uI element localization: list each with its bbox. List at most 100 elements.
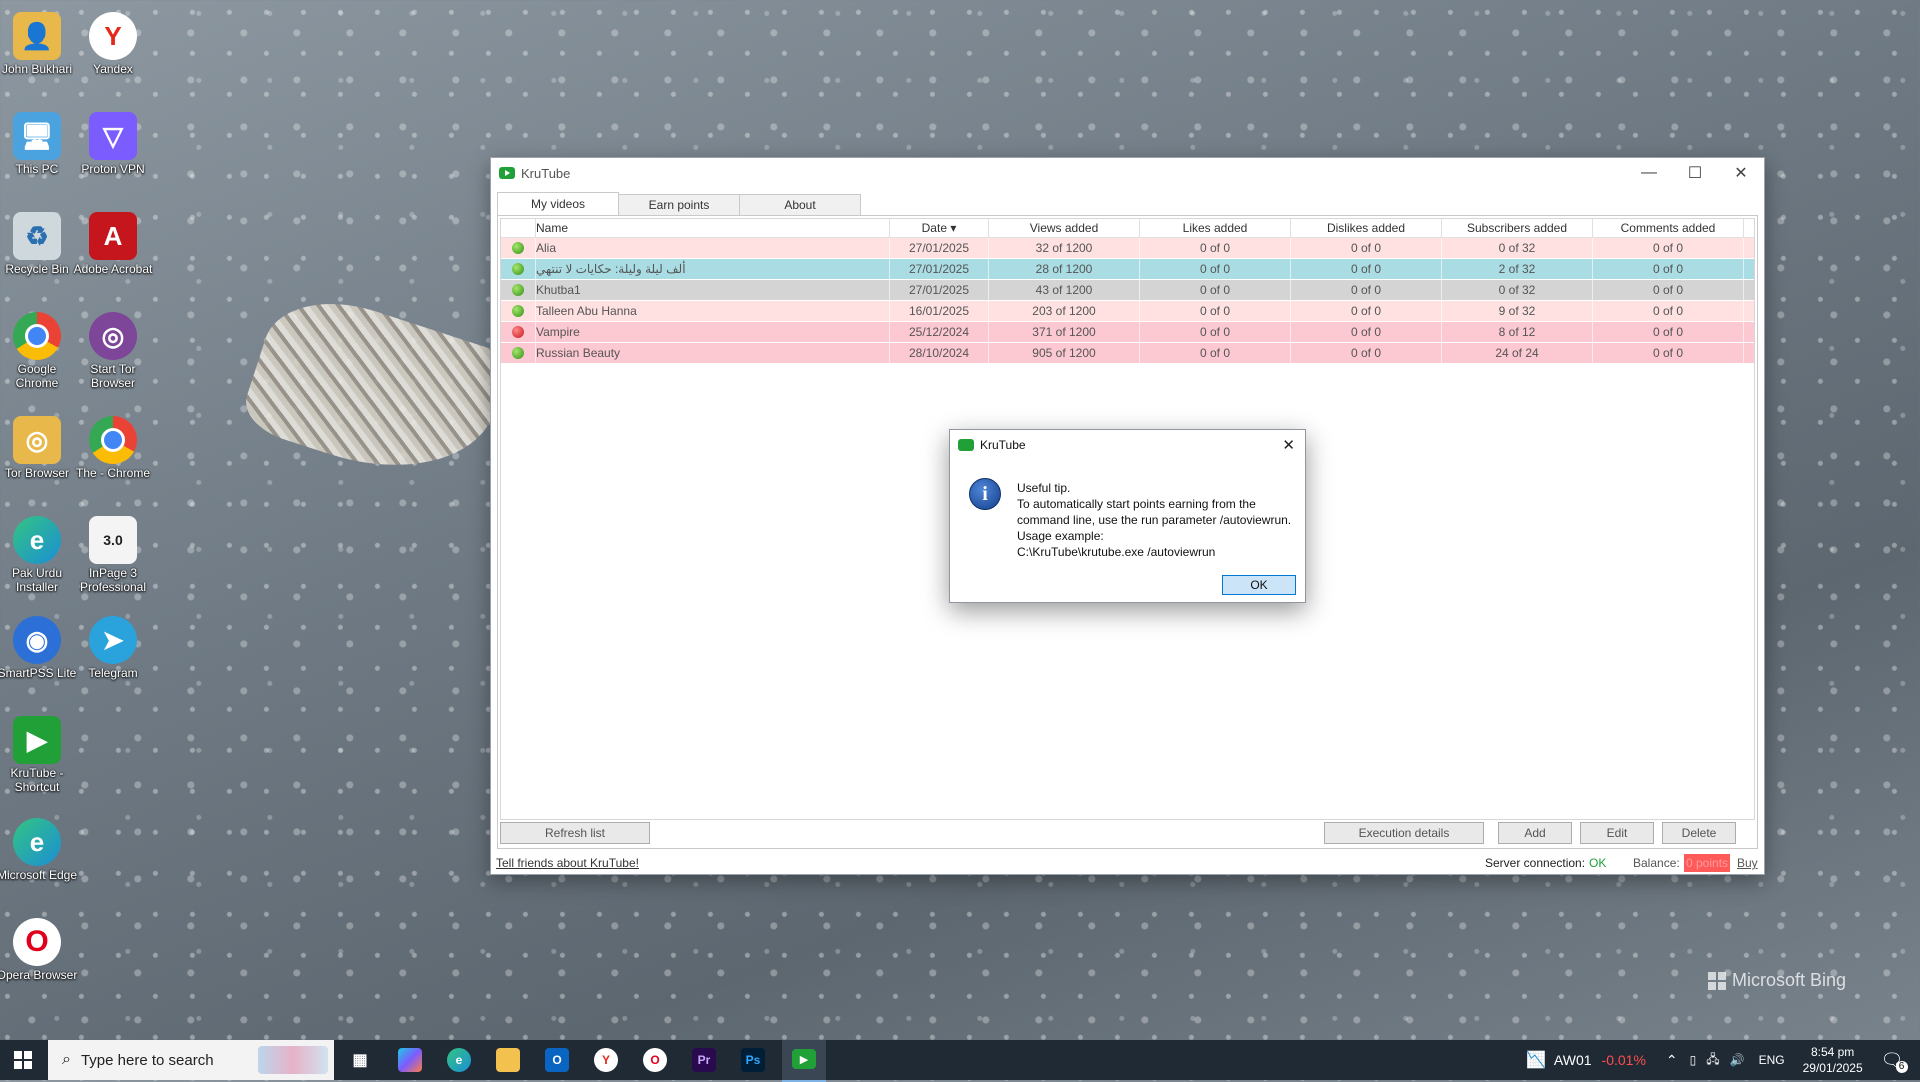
task-view-icon[interactable]: ▦ <box>348 1048 372 1072</box>
search-icon: ⌕ <box>62 1051 71 1068</box>
ticker-symbol[interactable]: AW01 <box>1554 1052 1592 1068</box>
header-comments[interactable]: Comments added <box>1593 219 1744 237</box>
krutube-icon <box>499 167 515 179</box>
buy-link[interactable]: Buy <box>1737 856 1758 870</box>
device-icon[interactable]: ▯ <box>1690 1053 1697 1067</box>
volume-icon[interactable]: 🔊 <box>1730 1053 1745 1067</box>
delete-button[interactable]: Delete <box>1662 822 1736 844</box>
execution-details-button[interactable]: Execution details <box>1324 822 1484 844</box>
views-added: 28 of 1200 <box>989 259 1140 279</box>
desktop-icon-krutube[interactable]: ▶ KruTube - Shortcut <box>0 712 78 794</box>
desktop-icon-telegram[interactable]: ➤ Telegram <box>72 612 154 680</box>
table-row[interactable]: ألف ليلة وليلة: حكايات لا تنتهي 27/01/202… <box>501 259 1754 280</box>
table-row[interactable]: Alia 27/01/2025 32 of 1200 0 of 00 of 00 of… <box>501 238 1754 259</box>
tip-line-1: Useful tip. <box>1017 481 1071 495</box>
file-explorer-icon[interactable] <box>496 1048 520 1072</box>
add-button[interactable]: Add <box>1498 822 1572 844</box>
chevron-up-icon[interactable]: ⌃ <box>1666 1052 1678 1069</box>
views-added: 905 of 1200 <box>989 343 1140 363</box>
desktop-icon-adobe-acrobat[interactable]: A Adobe Acrobat <box>72 208 154 276</box>
ok-button[interactable]: OK <box>1222 575 1296 595</box>
header-views[interactable]: Views added <box>989 219 1140 237</box>
tell-friends-link[interactable]: Tell friends about KruTube! <box>496 856 639 870</box>
edge-icon: e <box>13 818 61 866</box>
status-green-icon <box>512 263 524 275</box>
opera-icon[interactable]: O <box>643 1048 667 1072</box>
copilot-icon[interactable] <box>398 1048 422 1072</box>
edge-icon: e <box>13 516 61 564</box>
desktop-icon-recycle-bin[interactable]: ♻ Recycle Bin <box>0 208 78 276</box>
video-date: 27/01/2025 <box>890 238 989 258</box>
network-icon[interactable]: 🖧 <box>1706 1050 1719 1071</box>
desktop-icon-start-tor-browser[interactable]: ◎ Start Tor Browser <box>72 308 154 390</box>
maximize-icon[interactable]: ☐ <box>1672 158 1718 188</box>
protonvpn-icon: ▽ <box>89 112 137 160</box>
tab-my-videos[interactable]: My videos <box>497 192 619 216</box>
likes-added: 0 of 0 <box>1140 280 1291 300</box>
subscribers-added: 0 of 32 <box>1442 238 1593 258</box>
language-indicator[interactable]: ENG <box>1759 1053 1785 1067</box>
desktop-icon-this-pc[interactable]: 🖥 This PC <box>0 108 78 176</box>
desktop-icon-opera[interactable]: O Opera Browser <box>0 914 78 982</box>
chrome-profile-icon <box>89 416 137 464</box>
tab-strip: My videos Earn points About <box>497 192 861 216</box>
desktop-icon-john-bukhari[interactable]: 👤 John Bukhari <box>0 8 78 76</box>
header-name[interactable]: Name <box>536 219 890 237</box>
search-highlight-icon <box>258 1046 328 1074</box>
taskbar-search[interactable]: ⌕ Type here to search <box>48 1040 334 1080</box>
desktop-icon-yandex[interactable]: Y Yandex <box>72 8 154 76</box>
recycle-bin-icon: ♻ <box>13 212 61 260</box>
video-name: ألف ليلة وليلة: حكايات لا تنتهي <box>536 259 890 279</box>
table-row[interactable]: Talleen Abu Hanna 16/01/2025 203 of 1200 0 … <box>501 301 1754 322</box>
video-date: 27/01/2025 <box>890 280 989 300</box>
tab-earn-points[interactable]: Earn points <box>618 194 740 216</box>
edge-icon[interactable]: e <box>447 1048 471 1072</box>
yandex-icon[interactable]: Y <box>594 1048 618 1072</box>
header-subscribers[interactable]: Subscribers added <box>1442 219 1593 237</box>
table-row[interactable]: Khutba1 27/01/2025 43 of 1200 0 of 00 of 00… <box>501 280 1754 301</box>
dislikes-added: 0 of 0 <box>1291 259 1442 279</box>
video-date: 28/10/2024 <box>890 343 989 363</box>
desktop-icon-smartpss[interactable]: ◉ SmartPSS Lite <box>0 612 78 680</box>
krutube-taskbar-button[interactable]: ▶ <box>782 1040 826 1082</box>
close-icon[interactable]: ✕ <box>1282 436 1295 454</box>
smartpss-icon: ◉ <box>13 616 61 664</box>
desktop-icon-google-chrome[interactable]: Google Chrome <box>0 308 78 390</box>
views-added: 32 of 1200 <box>989 238 1140 258</box>
clock[interactable]: 8:54 pm 29/01/2025 <box>1803 1044 1863 1076</box>
table-row[interactable]: Russian Beauty 28/10/2024 905 of 1200 0 of … <box>501 343 1754 364</box>
tab-about[interactable]: About <box>739 194 861 216</box>
pc-icon: 🖥 <box>13 112 61 160</box>
opera-icon: O <box>13 918 61 966</box>
desktop-icon-tor-browser[interactable]: ◎ Tor Browser <box>0 412 78 480</box>
table-row[interactable]: Vampire 25/12/2024 371 of 1200 0 of 00 of 0… <box>501 322 1754 343</box>
desktop-icon-inpage[interactable]: 3.0 InPage 3 Professional <box>72 512 154 594</box>
likes-added: 0 of 0 <box>1140 301 1291 321</box>
comments-added: 0 of 0 <box>1593 301 1744 321</box>
info-icon: i <box>969 478 1001 510</box>
refresh-list-button[interactable]: Refresh list <box>500 822 650 844</box>
desktop-icon-proton-vpn[interactable]: ▽ Proton VPN <box>72 108 154 176</box>
close-icon[interactable]: ✕ <box>1718 158 1764 188</box>
edit-button[interactable]: Edit <box>1580 822 1654 844</box>
photoshop-icon[interactable]: Ps <box>741 1048 765 1072</box>
status-cell <box>501 259 536 279</box>
likes-added: 0 of 0 <box>1140 322 1291 342</box>
desktop-icon-the-chrome[interactable]: The - Chrome <box>72 412 154 480</box>
minimize-icon[interactable]: — <box>1626 158 1672 188</box>
status-cell <box>501 280 536 300</box>
premiere-icon[interactable]: Pr <box>692 1048 716 1072</box>
header-likes[interactable]: Likes added <box>1140 219 1291 237</box>
window-titlebar[interactable]: KruTube <box>491 158 1764 188</box>
desktop-icon-pak-urdu-installer[interactable]: e Pak Urdu Installer <box>0 512 78 594</box>
start-button[interactable] <box>0 1040 46 1080</box>
header-date[interactable]: Date ▾ <box>890 219 989 237</box>
status-green-icon <box>512 242 524 254</box>
notification-icon[interactable]: 🗨 6 <box>1881 1050 1908 1073</box>
outlook-icon[interactable]: O <box>545 1048 569 1072</box>
header-dislikes[interactable]: Dislikes added <box>1291 219 1442 237</box>
desktop-icon-microsoft-edge[interactable]: e Microsoft Edge <box>0 814 78 882</box>
dialog-titlebar[interactable]: KruTube <box>950 430 1305 460</box>
table-body: Alia 27/01/2025 32 of 1200 0 of 00 of 00 of… <box>501 238 1754 364</box>
server-connection-label: Server connection: <box>1485 856 1586 870</box>
